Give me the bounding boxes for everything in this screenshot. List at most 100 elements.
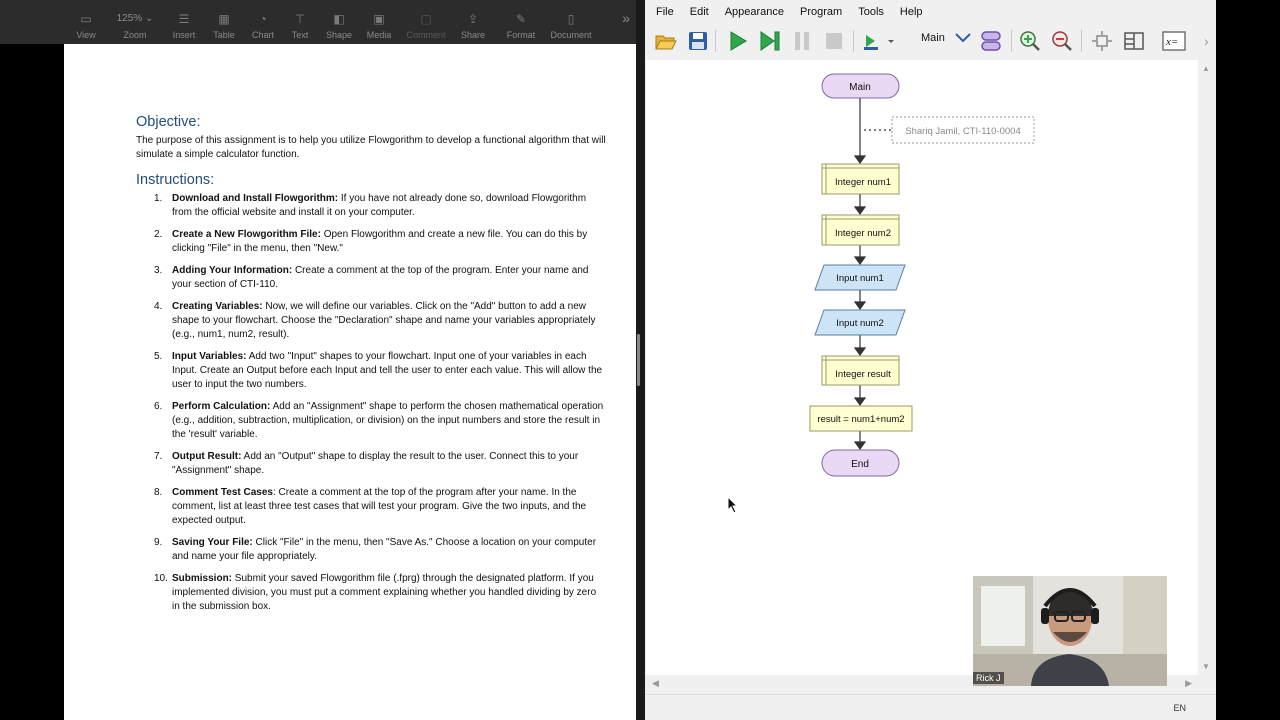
chart-icon: ◔ (259, 12, 267, 26)
declare-shape: Integer num2 (821, 214, 900, 246)
list-icon: ☰ (178, 12, 190, 26)
more-toolbar-icon[interactable]: » (622, 10, 630, 26)
status-bar: EN (645, 694, 1216, 720)
instruction-item: 5. Input Variables: Add two "Input" shape… (154, 351, 603, 390)
functions-icon (981, 31, 1001, 51)
declare-label: Integer num2 (835, 228, 891, 239)
instruction-item: 1. Download and Install Flowgorithm: If y… (154, 193, 587, 218)
view-button[interactable]: ▭ View (72, 0, 100, 40)
text-button[interactable]: ⊤ Text (288, 0, 312, 40)
scroll-down-icon[interactable]: ▼ (1202, 662, 1210, 671)
webcam-name-label: Rick J (973, 672, 1004, 684)
scroll-up-icon[interactable]: ▲ (1202, 64, 1210, 73)
assign-shape: result = num1+num2 (809, 405, 913, 432)
start-terminal: Main (821, 73, 900, 99)
dropdown-arrow-icon (955, 33, 971, 43)
scroll-right-icon[interactable]: ▶ (1185, 678, 1192, 689)
run-speed-button[interactable] (861, 28, 897, 54)
image-icon: ▣ (373, 12, 385, 26)
instruction-item: 8. Comment Test Cases: Create a comment a… (154, 487, 587, 526)
step-forward-icon (760, 31, 780, 51)
language-indicator: EN (1173, 703, 1186, 713)
pause-button[interactable] (789, 28, 815, 54)
end-label: End (851, 459, 869, 470)
declare-shape: Integer result (821, 355, 900, 386)
menu-bar: File Edit Appearance Program Tools Help (645, 0, 1216, 24)
function-manager-button[interactable] (978, 28, 1004, 54)
document-page[interactable]: Objective: The purpose of this assignmen… (64, 44, 636, 720)
document-button[interactable]: ▯ Document (548, 0, 594, 40)
variable-watch-button[interactable]: x= (1161, 28, 1187, 54)
menu-file[interactable]: File (645, 6, 682, 18)
menu-tools[interactable]: Tools (850, 6, 892, 18)
mouse-cursor-icon (727, 496, 739, 514)
sidebar-icon: ▭ (80, 12, 92, 26)
declare-shape: Integer num1 (821, 163, 900, 195)
instruction-item: 7. Output Result: Add an "Output" shape t… (154, 451, 579, 476)
zoom-in-button[interactable] (1017, 28, 1043, 54)
instruction-item: 9. Saving Your File: Click "File" in the … (154, 537, 597, 562)
text-icon: ⊤ (294, 12, 306, 26)
step-button[interactable] (757, 28, 783, 54)
document-icon: ▯ (567, 12, 575, 26)
menu-help[interactable]: Help (892, 6, 931, 18)
folder-open-icon (655, 35, 677, 50)
comment-button[interactable]: ▢ Comment (404, 0, 448, 40)
input-shape: Input num1 (814, 264, 906, 291)
speed-icon (864, 35, 894, 50)
menu-edit[interactable]: Edit (682, 6, 717, 18)
format-button[interactable]: ✎ Format (504, 0, 538, 40)
zoom-out-icon (1052, 31, 1072, 51)
media-button[interactable]: ▣ Media (364, 0, 394, 40)
shape-icon: ◧ (333, 12, 345, 26)
fit-view-button[interactable] (1089, 28, 1115, 54)
assign-label: result = num1+num2 (817, 414, 904, 425)
toolbar-overflow-icon[interactable]: › (1204, 33, 1209, 49)
fit-icon (1092, 31, 1112, 51)
document-scrollbar[interactable] (637, 334, 640, 386)
save-button[interactable] (685, 28, 711, 54)
open-button[interactable] (653, 28, 679, 54)
comment-shape: Shariq Jamil, CTI-110-0004 (891, 116, 1035, 144)
chevron-down-icon: ⌄ (144, 13, 154, 24)
layout-icon (1124, 32, 1144, 50)
stop-button[interactable] (821, 28, 847, 54)
pause-icon (795, 32, 809, 50)
insert-button[interactable]: ☰ Insert (168, 0, 200, 40)
run-button[interactable] (725, 28, 751, 54)
instruction-item: 2. Create a New Flowgorithm File: Open Fl… (154, 229, 588, 254)
function-select-value: Main (921, 32, 945, 44)
layout-button[interactable] (1121, 28, 1147, 54)
share-icon: ⇪ (467, 12, 479, 26)
variable-icon: x= (1162, 31, 1186, 51)
shape-button[interactable]: ◧ Shape (324, 0, 354, 40)
table-button[interactable]: ▦ Table (210, 0, 238, 40)
zoom-value: 125% (116, 13, 143, 24)
end-terminal: End (821, 449, 900, 477)
page-gutter (0, 44, 64, 720)
play-icon (730, 31, 747, 51)
instructions-list: 1. Download and Install Flowgorithm: If y… (136, 192, 606, 614)
arrow-icon (853, 155, 867, 165)
share-button[interactable]: ⇪ Share (458, 0, 488, 40)
input-label: Input num1 (836, 273, 884, 284)
zoom-button[interactable]: 125% ⌄ Zoom (112, 0, 158, 40)
chart-button[interactable]: ◔ Chart (249, 0, 277, 40)
function-select[interactable]: Main (921, 32, 971, 44)
stop-icon (826, 33, 842, 49)
scroll-left-icon[interactable]: ◀ (652, 678, 659, 689)
menu-appearance[interactable]: Appearance (717, 6, 792, 18)
vertical-scrollbar[interactable]: ▲ ▼ (1198, 60, 1214, 675)
declare-label: Integer num1 (835, 177, 891, 188)
zoom-out-button[interactable] (1049, 28, 1075, 54)
instruction-item: 3. Adding Your Information: Create a comm… (154, 265, 589, 290)
format-icon: ✎ (515, 12, 527, 26)
instructions-heading: Instructions: (136, 172, 215, 188)
menu-program[interactable]: Program (792, 6, 850, 18)
pages-window: ▭ View 125% ⌄ Zoom ☰ Insert ▦ Table ◔ Ch… (0, 0, 636, 720)
document-body: Objective: The purpose of this assignmen… (136, 114, 606, 622)
comment-text: Shariq Jamil, CTI-110-0004 (905, 126, 1020, 137)
objective-heading: Objective: (136, 114, 201, 130)
instruction-item: 4. Creating Variables: Now, we will defin… (154, 301, 596, 340)
declare-label: Integer result (835, 369, 891, 380)
